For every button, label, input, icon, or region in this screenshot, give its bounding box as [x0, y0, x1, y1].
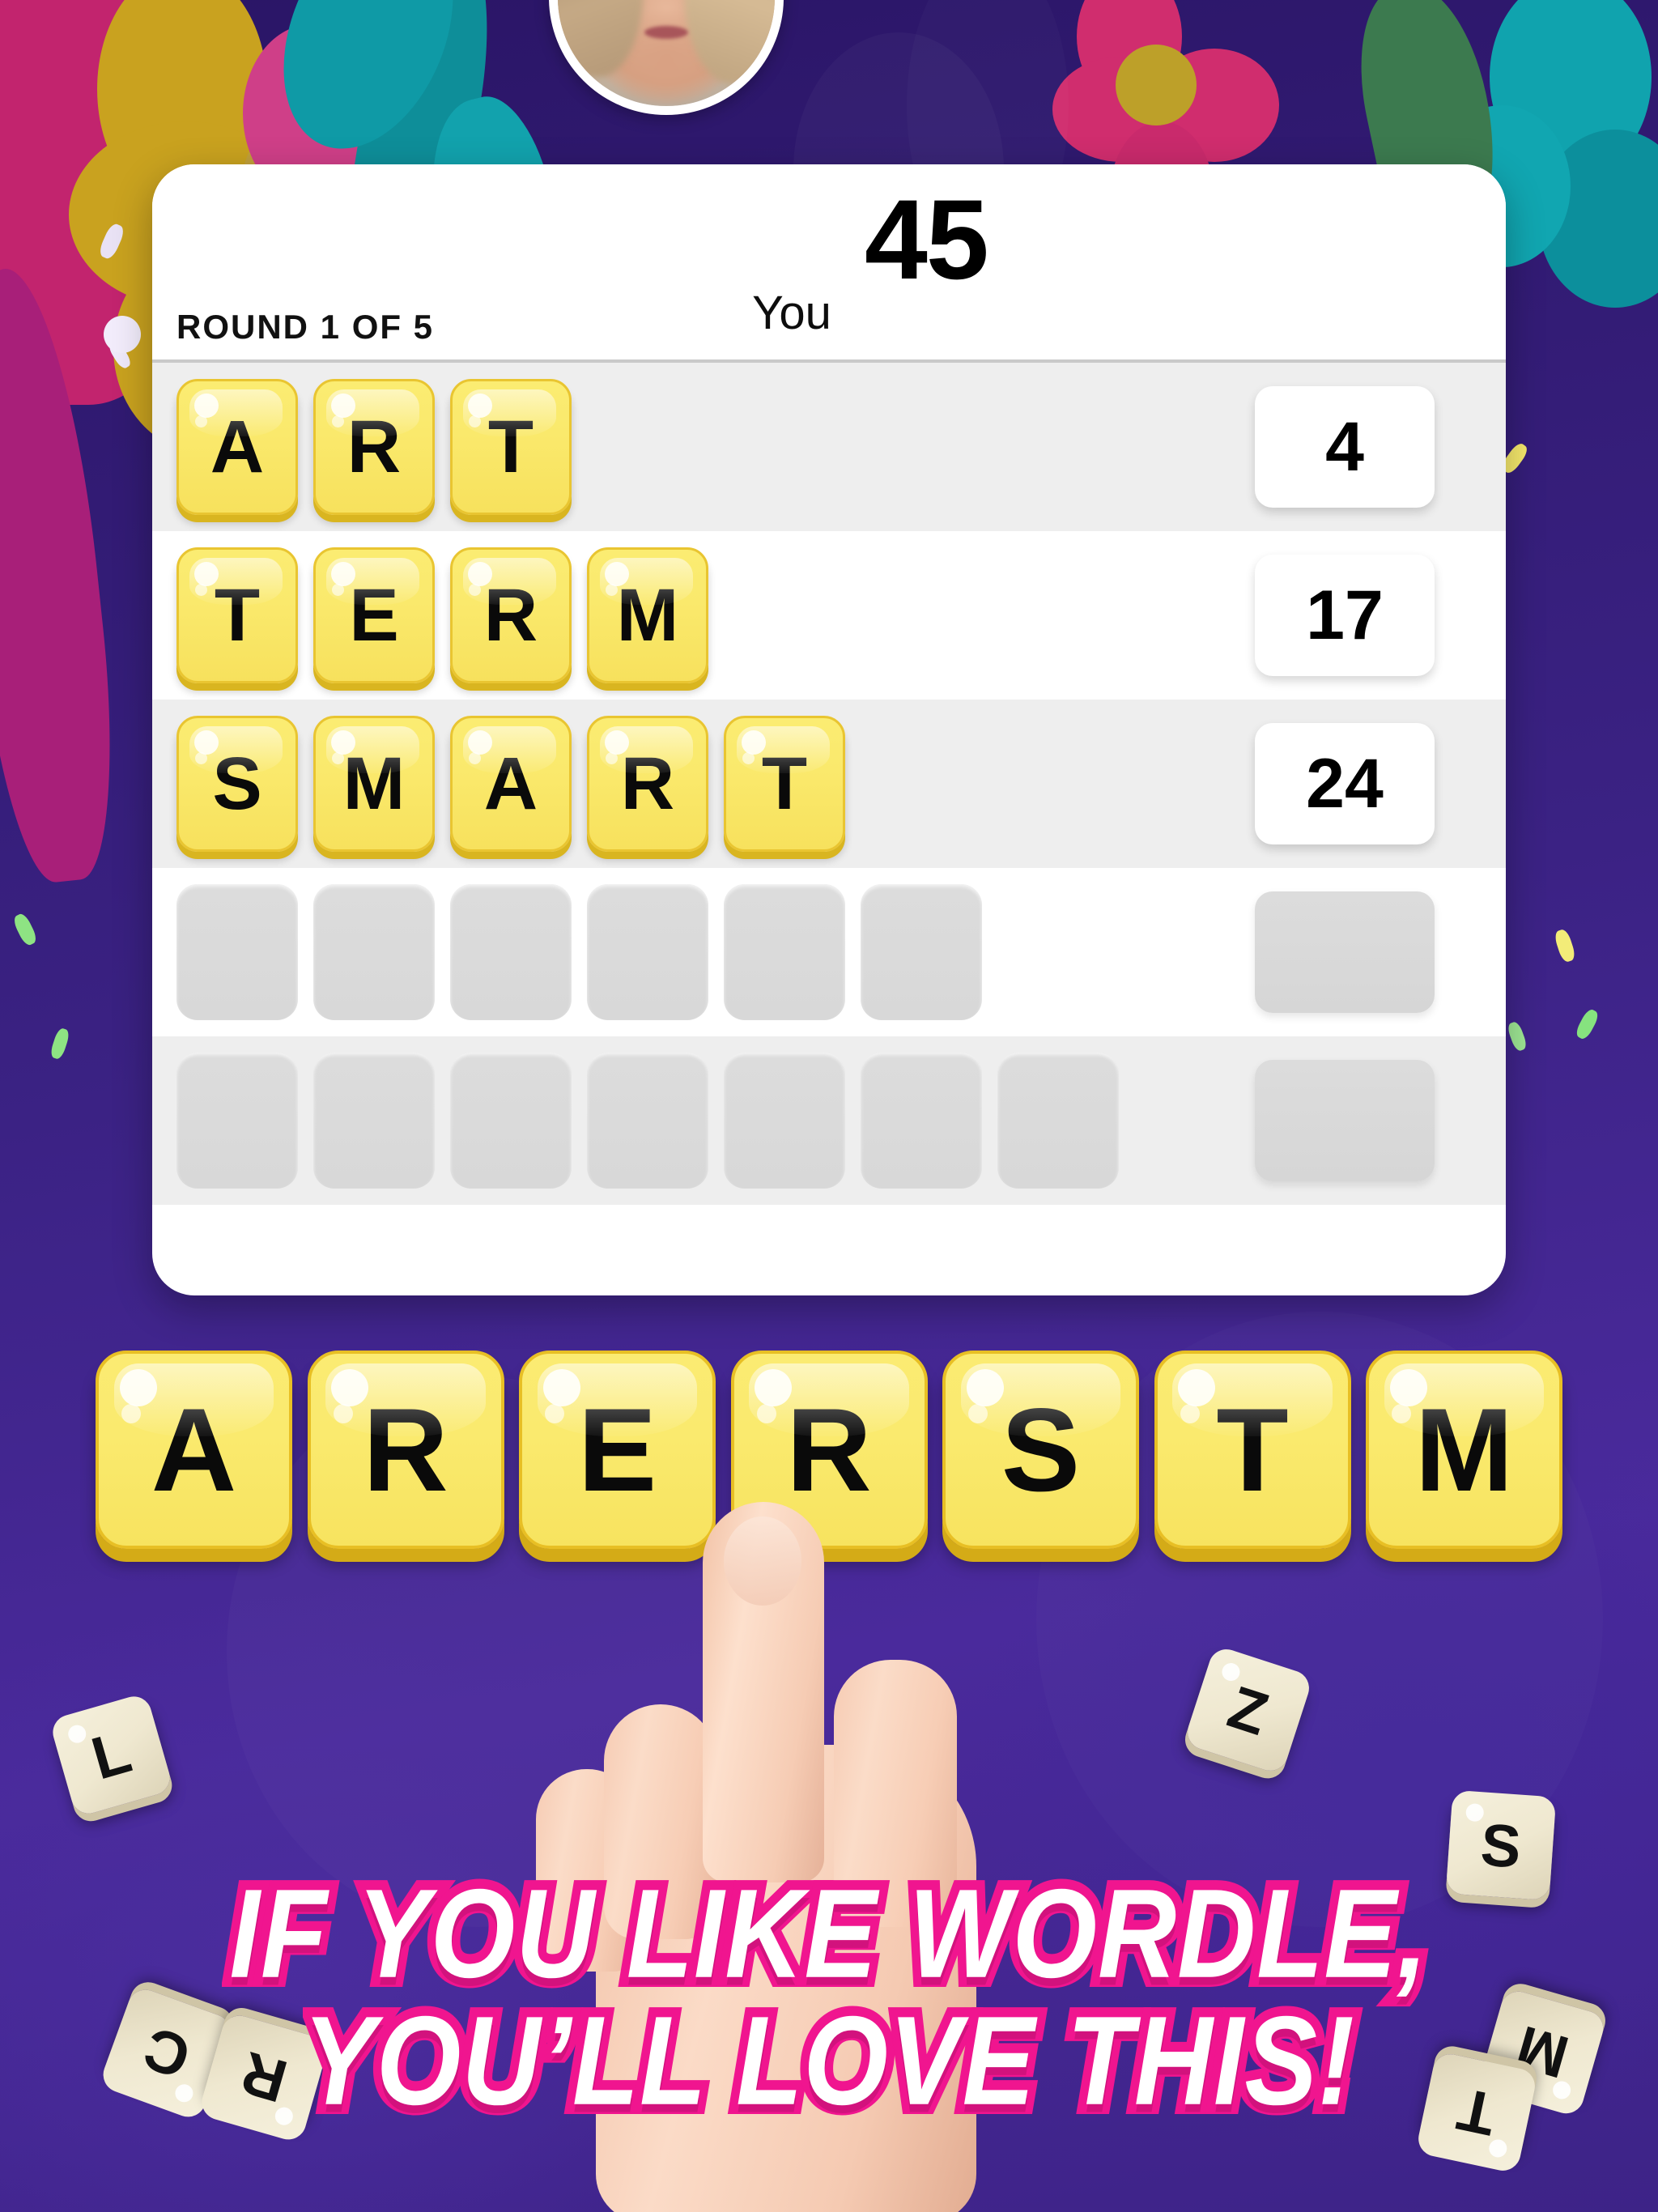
row-score-chip: 17 — [1255, 555, 1435, 676]
card-header: ROUND 1 OF 5 You 45 — [152, 164, 1506, 363]
board-letter-tile: R — [587, 716, 708, 852]
board-empty-slot — [724, 1053, 845, 1189]
board-letter-tile: T — [450, 379, 572, 515]
total-score: 45 — [865, 176, 989, 303]
confetti-5 — [1574, 1007, 1601, 1041]
tile-gloss-dot — [469, 584, 482, 597]
board-empty-slot — [313, 884, 435, 1020]
rack-letter-tile[interactable]: R — [730, 1351, 928, 1549]
board-row: T E R M 17 — [152, 531, 1506, 700]
tile-gloss-dot — [332, 584, 345, 597]
tile-gloss-dot — [606, 584, 619, 597]
tile-gloss-dot — [195, 584, 208, 597]
board-letter-tile: A — [450, 716, 572, 852]
board-letter-tile: R — [313, 379, 435, 515]
tile-gloss-dot — [469, 752, 482, 765]
tile-gloss-dot — [545, 1403, 565, 1423]
tile-gloss-dot — [606, 752, 619, 765]
board-row: S M A R T 24 — [152, 700, 1506, 868]
decor-pink-flower-center — [1116, 45, 1197, 125]
confetti-8 — [1506, 1020, 1528, 1053]
decorative-letter-tile: L — [49, 1692, 174, 1818]
tagline-line-1: IF YOU LIKE WORDLE, — [221, 1860, 1436, 2008]
avatar-lips — [644, 25, 688, 39]
tile-gloss-dot — [756, 1403, 776, 1423]
promo-tagline: IF YOU LIKE WORDLE, YOU’LL LOVE THIS! — [0, 1860, 1658, 2135]
player-name-label: You — [752, 287, 831, 339]
letter-rack[interactable]: ARERSTM — [96, 1351, 1562, 1555]
row-score-chip — [1255, 1060, 1435, 1181]
tile-gloss-dot — [333, 1403, 353, 1423]
board-empty-slot — [176, 1053, 298, 1189]
tile-gloss-dot — [1392, 1403, 1412, 1423]
board-letter-tile: E — [313, 547, 435, 683]
confetti-6 — [11, 912, 39, 947]
app-root: ROUND 1 OF 5 You 45 A R T 4 T E R M 17 S M A R T 24 AR… — [0, 0, 1658, 2212]
board-letter-tile: R — [450, 547, 572, 683]
rack-letter-tile[interactable]: A — [96, 1351, 292, 1549]
board-letter-tile: M — [313, 716, 435, 852]
board-letter-tile: S — [176, 716, 298, 852]
board-empty-slot — [861, 1053, 982, 1189]
tile-gloss-dot — [332, 415, 345, 428]
tile-gloss-dot — [469, 415, 482, 428]
board-empty-slot — [450, 884, 572, 1020]
rack-letter-tile[interactable]: E — [519, 1351, 716, 1549]
tagline-line-2: YOU’LL LOVE THIS! — [295, 1987, 1363, 2135]
tile-gloss-dot — [332, 752, 345, 765]
board-empty-slot — [313, 1053, 435, 1189]
board-letter-tile: M — [587, 547, 708, 683]
tile-gloss-dot — [195, 415, 208, 428]
row-score-chip — [1255, 891, 1435, 1013]
game-card: ROUND 1 OF 5 You 45 A R T 4 T E R M 17 S M A R T 24 — [152, 164, 1506, 1295]
board-empty-slot — [587, 1053, 708, 1189]
board-empty-slot — [861, 884, 982, 1020]
confetti-4 — [1553, 928, 1577, 963]
row-score-chip: 4 — [1255, 386, 1435, 508]
confetti-flower-small — [104, 316, 141, 353]
board-empty-slot — [176, 884, 298, 1020]
board-letter-tile: T — [176, 547, 298, 683]
rack-letter-tile[interactable]: R — [307, 1351, 504, 1549]
board-empty-slot — [997, 1053, 1119, 1189]
board-empty-slot — [587, 884, 708, 1020]
board-row — [152, 868, 1506, 1036]
tile-gloss-dot — [195, 752, 208, 765]
tile-gloss-dot — [1180, 1403, 1200, 1423]
avatar — [549, 0, 784, 115]
row-score-chip: 24 — [1255, 723, 1435, 844]
board-letter-tile: A — [176, 379, 298, 515]
round-label: ROUND 1 OF 5 — [176, 308, 435, 346]
tile-gloss-dot — [968, 1403, 988, 1423]
rack-letter-tile[interactable]: M — [1366, 1351, 1562, 1549]
board-row: ART 4 — [152, 363, 1506, 531]
word-board: A R T 4 T E R M 17 S M A R T 24 — [152, 363, 1506, 1205]
confetti-7 — [49, 1027, 71, 1061]
board-empty-slot — [450, 1053, 572, 1189]
rack-letter-tile[interactable]: S — [942, 1351, 1139, 1549]
board-row — [152, 1036, 1506, 1205]
tile-gloss-dot — [742, 752, 755, 765]
tile-gloss-dot — [121, 1403, 142, 1423]
rack-letter-tile[interactable]: T — [1154, 1351, 1351, 1549]
board-letter-tile: T — [724, 716, 845, 852]
board-empty-slot — [724, 884, 845, 1020]
